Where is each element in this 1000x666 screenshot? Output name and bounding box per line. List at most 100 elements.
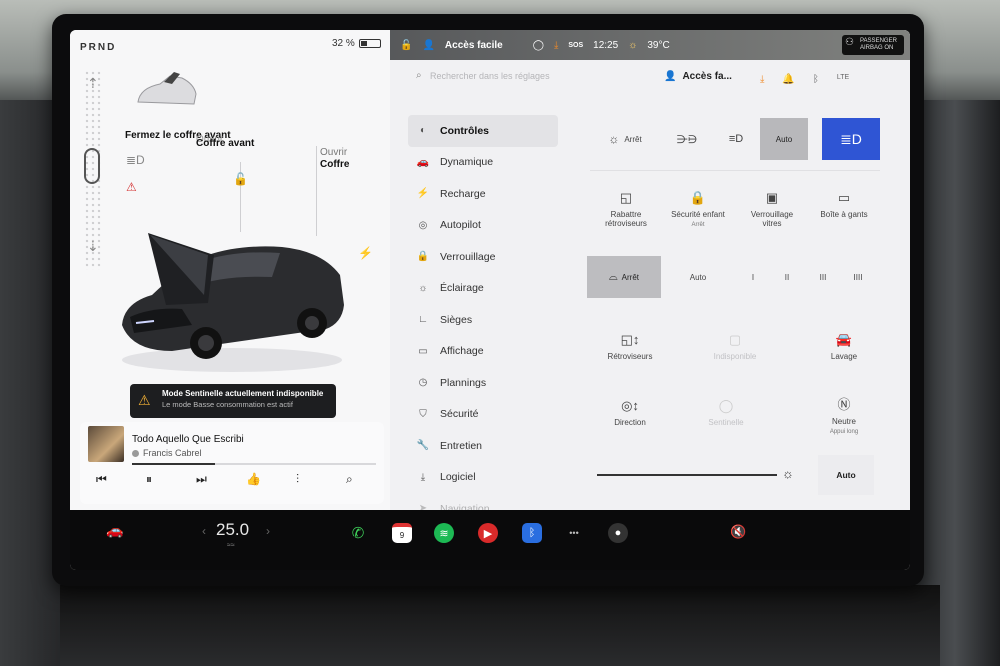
taskbar: 🚗 ‹ 25.0 ≈≈ › ✆ 9 ≋ ▶ ᛒ ••• ● 🔇 xyxy=(70,510,910,570)
menu-item-display[interactable]: ▭ Affichage xyxy=(408,336,558,368)
settings-menu: ◐ Contrôles 🚗 Dynamique ⚡ Recharge ◎ Autopilot 🔒… xyxy=(408,115,558,525)
unlock-icon[interactable]: 🔓 xyxy=(233,172,248,186)
download-icon[interactable]: ⤓ xyxy=(760,74,764,85)
search-music-icon[interactable]: ⌕ xyxy=(346,472,353,487)
menu-item-steering-wheel[interactable]: ◎ Autopilot xyxy=(408,210,558,242)
wiper-speed-3-label: III xyxy=(819,272,827,282)
touchscreen: PRND 32 % ⇡ ⇣ ≣D ⚠ Fermez le coffre avan… xyxy=(70,30,910,570)
lights-auto-button[interactable]: Auto xyxy=(760,118,808,160)
person-icon: 👤 xyxy=(664,71,677,82)
sun-icon: ☼ xyxy=(418,282,428,294)
temp-up-icon[interactable]: › xyxy=(266,524,270,538)
settings-search-input[interactable] xyxy=(430,68,650,84)
lights-off-button[interactable]: ☼ Arrêt xyxy=(590,118,660,160)
menu-item-car[interactable]: 🚗 Dynamique xyxy=(408,147,558,179)
steering-adjust-icon: ◎↕ xyxy=(621,398,639,413)
track-progress-bar[interactable] xyxy=(132,463,376,465)
mirrors-adjust-button[interactable]: ◱↕ Rétroviseurs xyxy=(598,332,662,361)
next-track-icon[interactable]: ⏭ xyxy=(196,472,207,487)
arrow-up-icon[interactable]: ⇡ xyxy=(87,75,99,92)
auto-high-beam-button[interactable]: ≣D xyxy=(822,118,880,160)
sentinel-button: ◯ Sentinelle xyxy=(694,398,758,427)
arrow-down-icon[interactable]: ⇣ xyxy=(87,238,99,255)
menu-item-clock[interactable]: ◷ Plannings xyxy=(408,367,558,399)
glovebox-button[interactable]: ▭ Boîte à gants xyxy=(818,190,870,219)
mirror-adjust-icon: ◱↕ xyxy=(620,332,640,347)
menu-item-label: Sièges xyxy=(440,313,473,326)
wash-button[interactable]: 🚘 Lavage xyxy=(818,332,870,361)
artist-name: Francis Cabrel xyxy=(143,448,202,458)
artist-row: Francis Cabrel xyxy=(132,448,202,458)
status-bar: 🔓 👤 Accès facile ◯ ⤓ SOS 12:25 ☼ 39°C ⚇ … xyxy=(390,30,910,60)
bluetooth-app-icon[interactable]: ᛒ xyxy=(522,523,542,543)
media-player-icon[interactable]: ▶ xyxy=(478,523,498,543)
menu-item-lock[interactable]: 🔒 Verrouillage xyxy=(408,241,558,273)
menu-item-download[interactable]: ⤓ Logiciel xyxy=(408,462,558,494)
album-art[interactable] xyxy=(88,426,124,462)
neutral-button[interactable]: Ⓝ Neutre Appui long xyxy=(814,394,874,435)
wiper-auto-button[interactable]: Auto xyxy=(665,256,731,298)
open-frunk-button[interactable]: Ouvrir Coffre avant xyxy=(196,134,254,150)
bell-icon[interactable]: 🔔 xyxy=(782,74,794,85)
profile-button[interactable]: 👤 Accès fa... xyxy=(664,71,732,82)
gear-selector[interactable]: PRND xyxy=(80,42,116,53)
cabin-temperature[interactable]: 25.0 xyxy=(216,520,249,540)
more-apps-icon[interactable]: ••• xyxy=(564,523,584,543)
volume-mute-icon[interactable]: 🔇 xyxy=(730,524,746,540)
parking-lights-button[interactable]: ⋺⋻ xyxy=(662,118,712,160)
wiper-speed-4[interactable]: IIII xyxy=(841,256,875,298)
fold-mirrors-button[interactable]: ◱ Rabattre rétroviseurs xyxy=(598,190,654,228)
parking-lights-icon: ⋺⋻ xyxy=(676,133,698,146)
sentry-mode-toast[interactable]: ⚠ Mode Sentinelle actuellement indisponi… xyxy=(130,384,336,418)
temp-down-icon[interactable]: ‹ xyxy=(202,524,206,538)
profile-name: Accès fa... xyxy=(682,71,732,82)
bluetooth-icon[interactable]: ᛒ xyxy=(813,74,819,85)
wiper-speed-2[interactable]: II xyxy=(771,256,803,298)
lights-off-label: Arrêt xyxy=(624,134,642,144)
status-profile[interactable]: Accès facile xyxy=(445,40,503,51)
car-menu-icon[interactable]: 🚗 xyxy=(106,522,123,539)
equalizer-icon[interactable]: ⫶ xyxy=(296,472,299,487)
menu-item-shield[interactable]: ⛉ Sécurité xyxy=(408,399,558,431)
brightness-auto-button[interactable]: Auto xyxy=(818,455,874,495)
airbag-icon: ⚇ xyxy=(845,37,854,48)
passenger-airbag-indicator: ⚇ PASSENGER AIRBAG ON xyxy=(842,35,904,55)
car-top-view-icon xyxy=(137,72,197,105)
menu-item-label: Verrouillage xyxy=(440,250,496,263)
pause-icon[interactable]: ⏸ xyxy=(146,472,152,487)
spotify-icon[interactable]: ≋ xyxy=(434,523,454,543)
phone-icon[interactable]: ✆ xyxy=(348,523,368,543)
thumbs-up-icon[interactable]: 👍 xyxy=(246,472,261,486)
menu-item-toggle[interactable]: ◐ Contrôles xyxy=(408,115,558,147)
menu-item-label: Sécurité xyxy=(440,408,479,421)
climate-fan-icon: ≈≈ xyxy=(227,542,235,549)
clock: 12:25 xyxy=(593,39,619,51)
display-icon: ▭ xyxy=(418,345,428,357)
menu-item-sun[interactable]: ☼ Éclairage xyxy=(408,273,558,305)
charge-port-icon[interactable]: ⚡ xyxy=(358,246,373,260)
settings-panel: ⌕ 👤 Accès fa... ⤓ 🔔 ᛒ LTE ◐ Contrôles 🚗 Dyn… xyxy=(390,30,910,515)
lock-status-icon[interactable]: 🔓 xyxy=(400,40,412,51)
steering-adjust-button[interactable]: ◎↕ Direction xyxy=(602,398,658,427)
brightness-slider[interactable] xyxy=(597,474,777,476)
sos-label[interactable]: SOS xyxy=(568,42,583,49)
wiper-speed-1[interactable]: I xyxy=(737,256,769,298)
calendar-icon[interactable]: 9 xyxy=(392,523,412,543)
lights-auto-label: Auto xyxy=(775,134,793,144)
previous-track-icon[interactable]: ⏮ xyxy=(96,472,107,487)
warning-icon: ⚠ xyxy=(138,392,151,408)
wiper-off-button[interactable]: ⌓ Arrêt xyxy=(587,256,661,298)
menu-item-wrench[interactable]: 🔧 Entretien xyxy=(408,430,558,462)
status-download-icon[interactable]: ⤓ xyxy=(554,40,558,51)
open-trunk-button[interactable]: Ouvrir Coffre xyxy=(320,147,349,171)
wiper-speed-3[interactable]: III xyxy=(807,256,839,298)
menu-item-bolt[interactable]: ⚡ Recharge xyxy=(408,178,558,210)
camera-icon[interactable]: ● xyxy=(608,523,628,543)
child-lock-button[interactable]: 🔒 Sécurité enfant Arrêt xyxy=(666,190,730,228)
window-lock-button[interactable]: ▣ Verrouillage vitres xyxy=(744,190,800,228)
seat-icon: ∟ xyxy=(418,314,428,326)
frunk-label: Coffre avant xyxy=(196,138,255,149)
neutral-icon: Ⓝ xyxy=(837,397,851,412)
low-beam-button[interactable]: ≡D xyxy=(714,118,758,160)
menu-item-seat[interactable]: ∟ Sièges xyxy=(408,304,558,336)
